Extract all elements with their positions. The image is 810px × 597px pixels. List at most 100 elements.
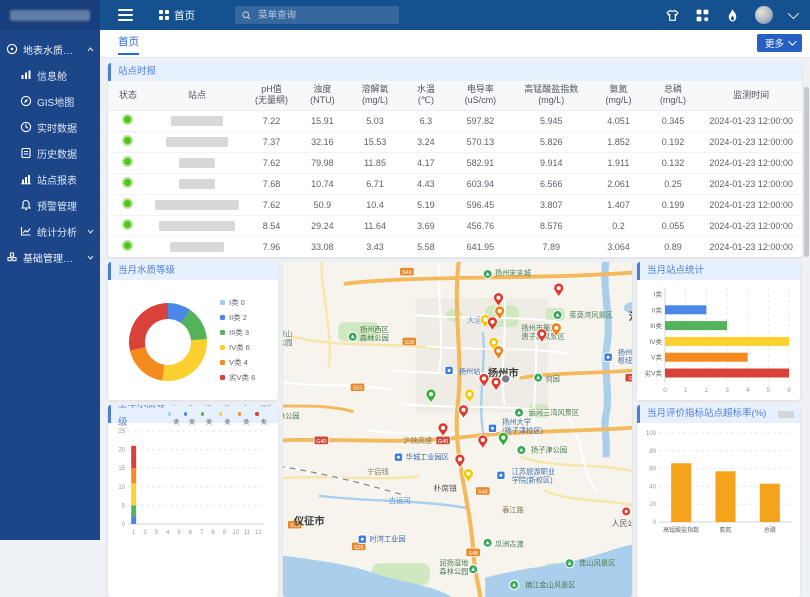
station-name-redacted xyxy=(170,242,224,252)
hbar-IV类[interactable] xyxy=(665,337,789,346)
flame-icon[interactable] xyxy=(725,8,740,23)
hbar-II类[interactable] xyxy=(665,305,706,314)
sidebar-item-station-report[interactable]: 站点报表 xyxy=(0,166,100,192)
menu-search[interactable] xyxy=(235,6,399,24)
table-cell: 8.54 xyxy=(246,215,297,236)
hbar-III类[interactable] xyxy=(665,321,727,330)
sidebar-item-history-data[interactable]: 历史数据 xyxy=(0,140,100,166)
park-poi-icon[interactable] xyxy=(517,445,526,454)
donut-segment-IV类[interactable] xyxy=(162,339,207,381)
gis-map[interactable]: S49S28S53G40G40S48G2S19S35S48茱萸湾风景区扬州市蜀冈… xyxy=(283,262,632,597)
tabs-more-button[interactable]: 更多 xyxy=(757,34,802,52)
generic-poi-icon[interactable] xyxy=(501,375,509,383)
user-menu-chevron-icon[interactable] xyxy=(788,8,799,19)
table-row[interactable]: 7.6810.746.714.43603.946.5662.0610.25202… xyxy=(108,173,802,194)
exceed-bar-高锰酸盐指数[interactable] xyxy=(671,463,691,522)
hamburger-menu-icon[interactable] xyxy=(118,6,133,24)
user-avatar[interactable] xyxy=(755,6,773,24)
legend-item[interactable]: 劣V类 6 xyxy=(220,370,255,385)
exceed-bar-氨氮[interactable] xyxy=(716,471,736,522)
hbar-劣V类[interactable] xyxy=(665,369,789,378)
stack-劣V类[interactable] xyxy=(131,446,136,468)
table-row[interactable]: 7.6250.910.45.19596.453.8071.4070.199202… xyxy=(108,194,802,215)
svg-text:1: 1 xyxy=(684,387,688,394)
column-header: 氨氮(mg/L) xyxy=(591,81,646,110)
park-poi-icon[interactable] xyxy=(469,565,478,574)
district-poi-icon[interactable] xyxy=(622,507,631,516)
legend-item[interactable]: V类 4 xyxy=(220,355,255,370)
table-row[interactable]: 8.5429.2411.643.69456.768.5760.20.055202… xyxy=(108,215,802,236)
more-chevron-icon xyxy=(788,37,796,45)
transit-poi-icon[interactable] xyxy=(445,366,453,374)
donut-segment-V类[interactable] xyxy=(130,347,165,380)
park-poi-icon[interactable] xyxy=(348,332,357,341)
table-cell: 2024-01-23 12:00:00 xyxy=(700,215,802,236)
stack-V类[interactable] xyxy=(131,468,136,483)
svg-text:10: 10 xyxy=(232,530,239,536)
status-ok-dot xyxy=(122,198,133,209)
park-poi-icon[interactable] xyxy=(514,408,523,417)
stack-III类[interactable] xyxy=(131,505,136,516)
transit-poi-icon[interactable] xyxy=(358,535,366,543)
breadcrumb[interactable]: 首页 xyxy=(159,8,195,23)
column-header: 监测时间 xyxy=(700,81,802,110)
transit-poi-icon[interactable] xyxy=(497,471,505,479)
legend-item[interactable]: II类 2 xyxy=(220,310,255,325)
svg-text:80: 80 xyxy=(649,449,656,455)
exceed-bar-总磷[interactable] xyxy=(760,484,780,522)
svg-text:III类: III类 xyxy=(650,321,662,330)
legend-item[interactable]: III类 3 xyxy=(220,325,255,340)
park-poi-icon[interactable] xyxy=(534,373,543,382)
main-content: 站点时报 状态站点pH值(无量纲)浊度(NTU)溶解氧(mg/L)水温(℃)电导… xyxy=(100,57,810,540)
table-row[interactable]: 7.2215.915.036.3597.825.9454.0510.345202… xyxy=(108,110,802,131)
table-cell: 2.061 xyxy=(591,173,646,194)
transit-poi-icon[interactable] xyxy=(488,424,496,432)
tab-home[interactable]: 首页 xyxy=(118,30,139,55)
stack-IV类[interactable] xyxy=(131,483,136,505)
sidebar-item-realtime-data[interactable]: 实时数据 xyxy=(0,114,100,140)
menu-search-input[interactable] xyxy=(256,9,380,22)
sidebar-item-gis-map[interactable]: GIS地图 xyxy=(0,88,100,114)
svg-text:8: 8 xyxy=(211,530,215,536)
sidebar-group-surface-water-system[interactable]: 地表水质量监测系统 xyxy=(0,36,100,62)
legend-item[interactable]: I类 0 xyxy=(220,295,255,310)
svg-text:4: 4 xyxy=(166,530,170,536)
table-row[interactable]: 7.9633.083.435.58641.957.893.0640.892024… xyxy=(108,236,802,257)
page-scrollbar[interactable] xyxy=(804,57,809,540)
table-cell: 4.43 xyxy=(402,173,449,194)
layout-components-icon[interactable] xyxy=(695,8,710,23)
svg-text:S53: S53 xyxy=(353,386,363,392)
sidebar-item-alert-management[interactable]: 预警管理 xyxy=(0,192,100,218)
hbar-V类[interactable] xyxy=(665,353,748,362)
svg-text:高锰酸盐指数: 高锰酸盐指数 xyxy=(663,526,699,534)
sidebar-group-label: 地表水质量监测系统 xyxy=(23,42,82,57)
map-label: 沪陕高速 xyxy=(403,436,432,445)
topbar-actions xyxy=(665,6,796,24)
table-cell: 6.3 xyxy=(402,110,449,131)
svg-text:9: 9 xyxy=(223,530,227,536)
park-poi-icon[interactable] xyxy=(483,269,492,278)
table-row[interactable]: 7.6279.9811.854.17582.919.9141.9110.1322… xyxy=(108,152,802,173)
park-poi-icon[interactable] xyxy=(565,559,574,568)
transit-poi-icon[interactable] xyxy=(604,353,612,361)
sidebar-item-statistics[interactable]: 统计分析 xyxy=(0,218,100,244)
park-poi-icon[interactable] xyxy=(510,580,519,589)
legend-item[interactable]: IV类 6 xyxy=(220,340,255,355)
table-cell: 2024-01-23 12:00:00 xyxy=(700,110,802,131)
svg-text:5: 5 xyxy=(177,530,181,536)
park-poi-icon[interactable] xyxy=(553,310,562,319)
sidebar-item-info-hub[interactable]: 信息舱 xyxy=(0,62,100,88)
transit-poi-icon[interactable] xyxy=(394,453,402,461)
svg-text:S48: S48 xyxy=(478,489,488,495)
scrollbar-thumb[interactable] xyxy=(804,87,809,257)
theme-shirt-icon[interactable] xyxy=(665,8,680,23)
sidebar-item-label: 实时数据 xyxy=(37,120,94,135)
table-cell: 7.68 xyxy=(246,173,297,194)
trend-chart-icon xyxy=(20,225,32,237)
sidebar-group-base-management[interactable]: 基础管理系统 xyxy=(0,244,100,270)
table-cell: 5.03 xyxy=(348,110,403,131)
stack-II类[interactable] xyxy=(131,517,136,524)
table-row[interactable]: 7.3732.1615.533.24570.135.8261.8520.1922… xyxy=(108,131,802,152)
svg-text:25: 25 xyxy=(118,429,125,435)
donut-segment-劣V类[interactable] xyxy=(129,303,168,351)
